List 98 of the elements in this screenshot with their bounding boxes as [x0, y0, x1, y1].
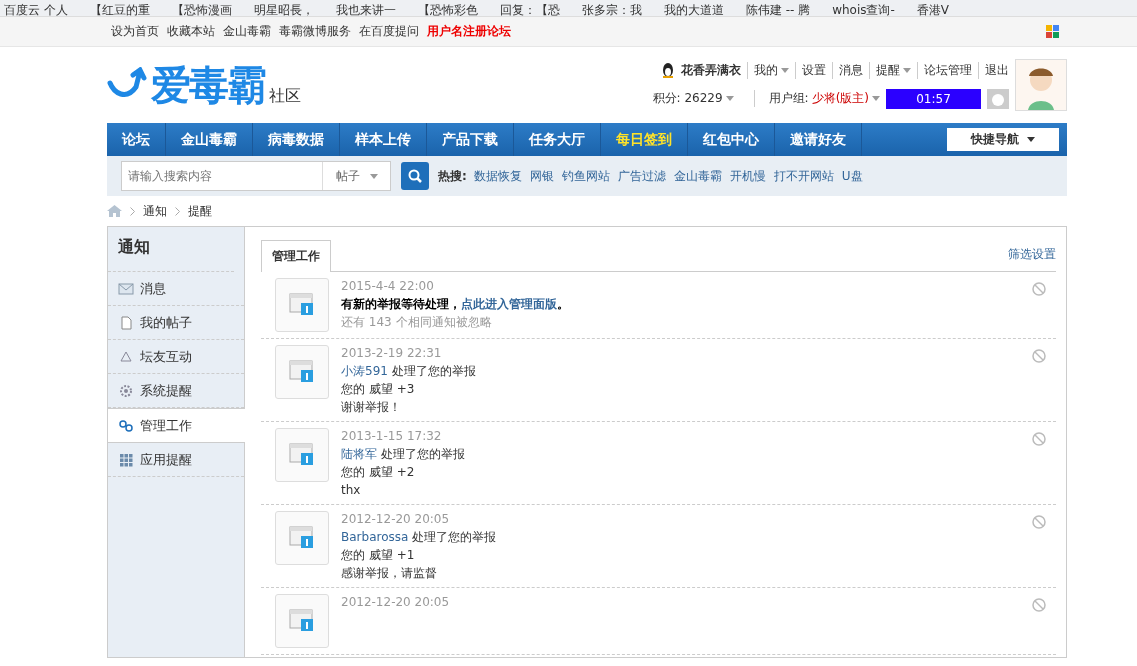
notification-detail: 您的 威望 +1 — [341, 547, 416, 563]
sidebar-item[interactable]: 应用提醒 — [108, 443, 244, 477]
notification-note: 还有 143 个相同通知被忽略 — [341, 314, 493, 330]
filter-settings-link[interactable]: 筛选设置 — [1008, 246, 1056, 263]
sidebar-title: 通知 — [108, 229, 234, 272]
notification-link[interactable]: 陆将军 — [341, 447, 377, 461]
bookmark[interactable]: 【恐怖漫画 — [171, 4, 232, 16]
bookmark[interactable]: 陈伟建 -- 腾 — [745, 4, 811, 16]
sidebar-item[interactable]: 消息 — [108, 272, 244, 306]
caret-icon — [369, 173, 378, 179]
info-window-icon — [289, 526, 315, 550]
user-menu-link[interactable]: 论坛管理 — [917, 61, 972, 79]
bookmark[interactable]: 【恐怖彩色 — [417, 4, 478, 16]
bookmark[interactable]: 回复：【恐 — [499, 4, 560, 16]
bookmark[interactable]: 我的大道道 — [663, 4, 724, 16]
notification-message: 陆将军 处理了您的举报 — [341, 446, 465, 462]
notification-time: 2013-1-15 17:32 — [341, 428, 443, 444]
bookmark[interactable]: whois查询- — [832, 4, 895, 16]
hot-search-link[interactable]: 数据恢复 — [473, 167, 522, 185]
ignore-icon[interactable] — [1032, 598, 1046, 612]
bookmark[interactable]: 张多宗：我 — [581, 4, 642, 16]
ignore-icon[interactable] — [1032, 515, 1046, 529]
tab[interactable]: 管理工作 — [261, 240, 331, 272]
notification-detail: 您的 威望 +2 — [341, 464, 416, 480]
info-window-icon — [289, 293, 315, 317]
notification-link[interactable]: 小涛591 — [341, 364, 388, 378]
top-link[interactable]: 金山毒霸 — [223, 23, 271, 40]
breadcrumb-link[interactable]: 通知 — [143, 202, 167, 220]
sidebar-item[interactable]: 管理工作 — [108, 408, 245, 443]
top-link[interactable]: 设为首页 — [111, 23, 159, 40]
logo-text: 爱毒霸 — [151, 63, 265, 107]
envelope-icon — [118, 281, 134, 296]
bookmark[interactable]: 明星昭長， — [253, 4, 314, 16]
user-menu-link[interactable]: 提醒 — [869, 61, 911, 79]
notification-time: 2013-2-19 22:31 — [341, 345, 443, 361]
notification-link[interactable]: 点此进入管理面版 — [461, 297, 557, 311]
gear-icon — [118, 383, 134, 398]
chevron-icon — [130, 206, 135, 216]
home-icon[interactable] — [107, 205, 122, 217]
notification-time: 2012-12-20 20:05 — [341, 511, 451, 527]
top-link[interactable]: 用户名注册论坛 — [427, 23, 511, 40]
notification-time: 2015-4-4 22:00 — [341, 278, 435, 294]
hot-search-label: 热搜: — [438, 167, 467, 185]
quick-nav-button[interactable]: 快捷导航 — [947, 128, 1059, 151]
ignore-icon[interactable] — [1032, 282, 1046, 296]
hot-search-link[interactable]: 广告过滤 — [617, 167, 666, 185]
logo-suffix: 社区 — [269, 86, 301, 107]
notification-time: 2012-12-20 20:05 — [341, 594, 450, 610]
notification-message: Barbarossa 处理了您的举报 — [341, 529, 497, 545]
search-button[interactable] — [401, 162, 429, 190]
ignore-icon[interactable] — [1032, 349, 1046, 363]
bookmark[interactable]: 我也来讲一 — [335, 4, 396, 16]
hot-search-link[interactable]: 金山毒霸 — [673, 167, 722, 185]
hot-search-link[interactable]: 开机慢 — [729, 167, 766, 185]
user-group-text[interactable]: 用户组: 少将(版主) — [753, 90, 880, 107]
hot-search-link[interactable]: 网银 — [529, 167, 554, 185]
sidebar-item[interactable]: 坛友互动 — [108, 340, 244, 374]
user-menu-link[interactable]: 退出 — [978, 61, 1009, 79]
notification-message: 有新的举报等待处理，点此进入管理面版。 — [341, 296, 569, 312]
top-link[interactable]: 在百度提问 — [359, 23, 419, 40]
info-window-icon — [289, 443, 315, 467]
hot-search-link[interactable]: U盘 — [841, 167, 863, 185]
user-menu-link[interactable]: 消息 — [832, 61, 863, 79]
search-icon — [408, 169, 422, 183]
caret-icon — [872, 96, 880, 101]
link-icon — [118, 418, 134, 433]
top-link[interactable]: 收藏本站 — [167, 23, 215, 40]
breadcrumb-link[interactable]: 提醒 — [188, 202, 212, 220]
grid-icon — [118, 452, 134, 467]
timer: 01:57 — [886, 88, 981, 109]
notification-detail: 您的 威望 +3 — [341, 381, 416, 397]
notification-link[interactable]: Barbarossa — [341, 530, 409, 544]
top-link[interactable]: 毒霸微博服务 — [279, 23, 351, 40]
sidebar-item[interactable]: 我的帖子 — [108, 306, 244, 340]
notification-detail: thx — [341, 482, 362, 498]
ignore-icon[interactable] — [1032, 432, 1046, 446]
penguin-icon — [661, 62, 675, 78]
user-menu-link[interactable]: 我的 — [747, 61, 789, 79]
bookmark[interactable]: 香港V — [916, 4, 950, 16]
bookmark[interactable]: 百度云 个人 — [4, 4, 68, 16]
document-icon — [118, 315, 134, 330]
avatar[interactable] — [1015, 59, 1067, 111]
caret-icon — [725, 96, 734, 101]
notification-detail: 感谢举报，请监督 — [341, 565, 438, 581]
notification-message: 小涛591 处理了您的举报 — [341, 363, 476, 379]
app-icon[interactable] — [1046, 25, 1059, 38]
hot-search-link[interactable]: 钓鱼网站 — [561, 167, 610, 185]
chevron-icon — [175, 206, 180, 216]
search-field[interactable]: 请输入搜索内容 帖子 — [121, 161, 391, 191]
user-menu-link[interactable]: 设置 — [795, 61, 826, 79]
notification-detail: 谢谢举报！ — [341, 399, 402, 415]
caret-icon — [1027, 137, 1035, 142]
info-window-icon — [289, 360, 315, 384]
points-text[interactable]: 积分: 26229 — [646, 90, 734, 107]
username-link[interactable]: 花香弄满衣 — [681, 61, 741, 79]
info-window-icon — [289, 609, 315, 633]
hot-search-link[interactable]: 打不开网站 — [773, 167, 834, 185]
bookmark[interactable]: 【红豆的重 — [89, 4, 150, 16]
